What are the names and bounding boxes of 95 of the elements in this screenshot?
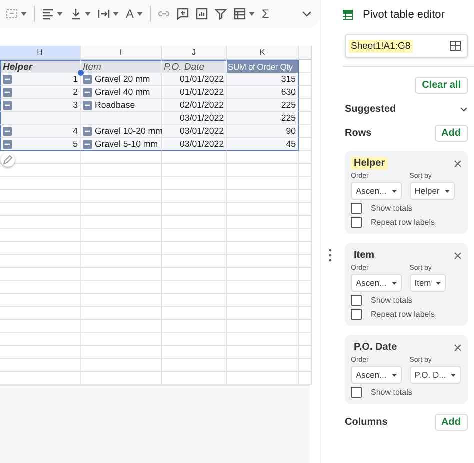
table-cell: 5 [73,139,78,149]
checkbox[interactable] [351,217,362,228]
table-cell: Gravel 20 mm [95,74,150,84]
table-cell: 90 [227,125,299,138]
table-cell: 4 [73,126,78,136]
checkbox[interactable] [351,387,362,398]
checkbox[interactable] [351,309,362,320]
sort-dropdown[interactable]: Item [410,274,446,292]
text-wrap-icon[interactable] [98,8,110,20]
header-cell: P.O. Date [162,60,227,73]
toolbar-button[interactable]: Σ [262,8,270,20]
collapse-icon[interactable] [3,88,12,96]
header-cell: Item [81,60,162,73]
collapse-icon[interactable] [83,126,92,136]
caret-icon [444,190,450,192]
filter-icon[interactable] [215,8,228,20]
close-icon[interactable] [454,344,462,352]
toolbar-button[interactable]: A [126,8,134,20]
field-title: P.O. Date [353,341,398,354]
add-button[interactable]: Add [434,414,468,431]
caret-icon [451,374,456,376]
caret-icon [436,282,442,284]
section-title: Columns [345,417,388,428]
column-header[interactable]: J [162,46,227,60]
table-cell: Gravel 5-10 mm [95,139,158,149]
chevron-down-icon[interactable] [460,107,468,112]
table-cell: Gravel 40 mm [95,87,150,97]
chart-icon[interactable] [196,8,208,20]
table-cell: 630 [227,86,299,99]
grid-icon[interactable] [450,41,461,51]
header-cell: SUM of Order Qty [227,60,299,73]
panel-title: Pivot table editor [363,9,445,21]
comment-icon[interactable] [177,8,190,20]
checkbox-label: Repeat row labels [371,310,436,319]
close-icon[interactable] [454,160,462,168]
table-cell: 225 [227,112,299,125]
collapse-icon[interactable] [3,140,12,148]
collapse-icon[interactable] [3,100,12,110]
header-cell: Helper [0,60,81,73]
caret-icon[interactable] [113,12,119,16]
column-header[interactable]: I [81,46,162,60]
collapse-icon[interactable] [3,126,12,136]
checkbox-label: Show totals [371,204,412,213]
add-button[interactable]: Add [434,125,468,142]
table-cell: 03/01/2022 [162,138,227,151]
chevron-down-icon[interactable] [302,11,312,17]
table-cell: Roadbase [95,100,136,110]
filter-views-icon[interactable] [234,8,246,20]
table-cell: 225 [227,99,299,112]
caret-icon [392,374,397,376]
checkbox-label: Show totals [371,388,412,397]
collapse-icon[interactable] [83,140,92,148]
table-cell: 45 [227,138,299,151]
table-cell: 03/01/2022 [162,125,227,138]
section-title: Rows [345,128,372,139]
drag-handle-icon[interactable] [329,249,332,262]
collapse-icon[interactable] [83,74,92,84]
align-left-icon[interactable] [42,8,54,20]
field-title: Helper [351,157,388,170]
order-dropdown[interactable]: Ascen... [351,182,402,200]
table-cell: 315 [227,73,299,86]
table-cell: 02/01/2022 [162,99,227,112]
caret-icon [392,190,397,192]
field-title: Item [353,249,376,262]
order-dropdown[interactable]: Ascen... [351,366,402,384]
column-header[interactable]: K [227,46,299,60]
checkbox[interactable] [351,295,362,306]
table-icon [341,10,353,20]
close-icon[interactable] [454,252,462,260]
table-cell: 01/01/2022 [162,86,227,99]
sort-dropdown[interactable]: P.O. D... [410,366,462,384]
caret-icon[interactable] [21,12,27,16]
caret-icon[interactable] [85,12,91,16]
collapse-icon[interactable] [3,74,12,84]
section-title: Suggested [345,104,396,115]
table-cell: 1 [73,74,78,84]
collapse-icon[interactable] [83,88,92,96]
caret-icon[interactable] [57,12,63,16]
caret-icon[interactable] [249,12,256,16]
caret-icon[interactable] [137,12,144,16]
clear-all-button[interactable]: Clear all [415,77,468,94]
caret-icon [392,282,397,284]
table-cell: 2 [73,87,78,97]
checkbox[interactable] [351,203,362,214]
collapse-icon[interactable] [83,100,92,110]
column-header[interactable]: H [0,46,81,60]
table-cell: 3 [73,100,78,110]
vertical-align-icon[interactable] [70,8,82,20]
sort-dropdown[interactable]: Helper [410,182,455,200]
order-dropdown[interactable]: Ascen... [351,274,402,292]
table-cell: 03/01/2022 [162,112,227,125]
checkbox-label: Repeat row labels [371,218,436,227]
table-cell: 01/01/2022 [162,73,227,86]
checkbox-label: Show totals [371,296,412,305]
range-field[interactable]: Sheet1!A1:G8 [345,34,468,58]
